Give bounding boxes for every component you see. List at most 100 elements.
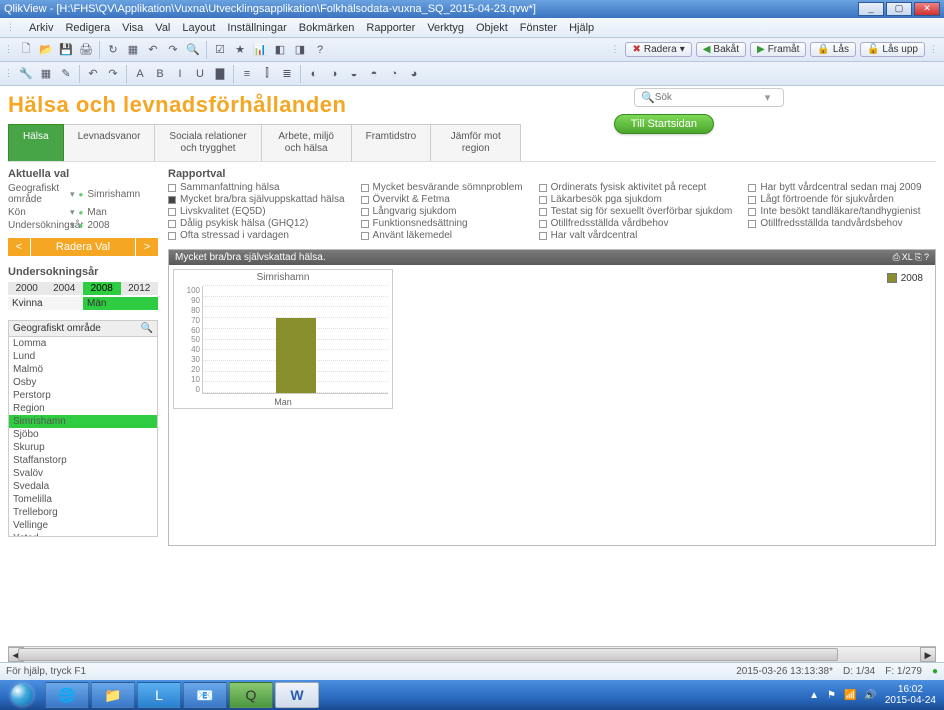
framat-button[interactable]: ▶Framåt bbox=[750, 42, 806, 57]
search-input[interactable] bbox=[655, 92, 765, 103]
filter-icon[interactable]: ▾ bbox=[70, 189, 75, 200]
rapportval-option[interactable]: Använt läkemedel bbox=[361, 230, 523, 241]
geo-item[interactable]: Osby bbox=[9, 376, 157, 389]
rapportval-option[interactable]: Livskvalitet (EQ5D) bbox=[168, 206, 345, 217]
table-icon[interactable]: ▦ bbox=[124, 41, 142, 59]
chart-plot-area[interactable]: Simrishamn 1009080706050403020100 Man bbox=[173, 269, 393, 409]
menu-hjalp[interactable]: Hjälp bbox=[569, 22, 594, 34]
redo2-icon[interactable]: ↷ bbox=[104, 65, 122, 83]
bar[interactable] bbox=[276, 318, 316, 393]
edit-icon[interactable]: ✎ bbox=[57, 65, 75, 83]
taskbar-outlook[interactable]: 📧 bbox=[183, 682, 227, 708]
chart-excel-icon[interactable]: XL bbox=[902, 252, 913, 263]
obj5-icon[interactable]: ◔ bbox=[385, 65, 403, 83]
italic-icon[interactable]: I bbox=[171, 65, 189, 83]
filter-icon[interactable]: ▾ bbox=[70, 220, 75, 231]
chart-print-icon[interactable]: ⎙ bbox=[893, 252, 900, 263]
rapportval-option[interactable]: Har bytt vårdcentral sedan maj 2009 bbox=[748, 182, 921, 193]
rapportval-option[interactable]: Ofta stressad i vardagen bbox=[168, 230, 345, 241]
menu-objekt[interactable]: Objekt bbox=[476, 22, 508, 34]
dropdown-icon[interactable]: ▾ bbox=[765, 91, 771, 104]
misc-icon[interactable]: ◨ bbox=[291, 41, 309, 59]
search-icon[interactable]: 🔍 bbox=[141, 323, 153, 334]
obj6-icon[interactable]: ◕ bbox=[405, 65, 423, 83]
radera-val-button[interactable]: Radera Val bbox=[30, 238, 136, 256]
rapportval-option[interactable]: Inte besökt tandläkare/tandhygienist bbox=[748, 206, 921, 217]
chart-icon[interactable]: 📊 bbox=[251, 41, 269, 59]
undo2-icon[interactable]: ↶ bbox=[84, 65, 102, 83]
rapportval-option[interactable]: Otillfredsställda tandvårdsbehov bbox=[748, 218, 921, 229]
save-icon[interactable]: 💾 bbox=[57, 41, 75, 59]
rapportval-option[interactable]: Funktionsnedsättning bbox=[361, 218, 523, 229]
align-left-icon[interactable]: ≡ bbox=[238, 65, 256, 83]
geo-item[interactable]: Perstorp bbox=[9, 389, 157, 402]
geo-item[interactable]: Simrishamn bbox=[9, 415, 157, 428]
design-icon[interactable]: 🔧 bbox=[17, 65, 35, 83]
chart-help-icon[interactable]: ? bbox=[924, 252, 929, 263]
taskbar-qlikview[interactable]: Q bbox=[229, 682, 273, 708]
bold-icon[interactable]: B bbox=[151, 65, 169, 83]
geo-item[interactable]: Malmö bbox=[9, 363, 157, 376]
rapportval-option[interactable]: Långvarig sjukdom bbox=[361, 206, 523, 217]
prev-button[interactable]: < bbox=[8, 238, 30, 256]
year-2008[interactable]: 2008 bbox=[83, 282, 121, 295]
align-center-icon[interactable]: ⫿ bbox=[258, 65, 276, 83]
taskbar-explorer[interactable]: 📁 bbox=[91, 682, 135, 708]
menu-verktyg[interactable]: Verktyg bbox=[427, 22, 464, 34]
tray-flag-icon[interactable]: ⚑ bbox=[827, 690, 836, 701]
print-icon[interactable]: 🖨 bbox=[77, 41, 95, 59]
color-icon[interactable]: ▇ bbox=[211, 65, 229, 83]
rapportval-option[interactable]: Testat sig för sexuellt överförbar sjukd… bbox=[539, 206, 733, 217]
selection-icon[interactable]: ☑ bbox=[211, 41, 229, 59]
close-button[interactable]: ✕ bbox=[914, 2, 940, 16]
menu-val[interactable]: Val bbox=[155, 22, 170, 34]
geo-item[interactable]: Skurup bbox=[9, 441, 157, 454]
horizontal-scrollbar[interactable]: ◀ ▶ bbox=[8, 646, 936, 662]
tab-sociala[interactable]: Sociala relationer och trygghet bbox=[155, 124, 261, 161]
rapportval-option[interactable]: Har valt vårdcentral bbox=[539, 230, 733, 241]
tab-levnadsvanor[interactable]: Levnadsvanor bbox=[64, 124, 156, 161]
las-upp-button[interactable]: 🔓Lås upp bbox=[860, 42, 925, 57]
taskbar-lync[interactable]: L bbox=[137, 682, 181, 708]
bookmark-icon[interactable]: ★ bbox=[231, 41, 249, 59]
align-right-icon[interactable]: ≣ bbox=[278, 65, 296, 83]
next-button[interactable]: > bbox=[136, 238, 158, 256]
menu-arkiv[interactable]: Arkiv bbox=[29, 22, 53, 34]
taskbar-word[interactable]: W bbox=[275, 682, 319, 708]
maximize-button[interactable]: ▢ bbox=[886, 2, 912, 16]
taskbar-ie[interactable]: 🌐 bbox=[45, 682, 89, 708]
tray-volume-icon[interactable]: 🔊 bbox=[864, 690, 876, 701]
open-icon[interactable]: 📂 bbox=[37, 41, 55, 59]
year-2012[interactable]: 2012 bbox=[121, 282, 159, 295]
start-button[interactable] bbox=[0, 680, 44, 710]
undo-icon[interactable]: ↶ bbox=[144, 41, 162, 59]
year-2004[interactable]: 2004 bbox=[46, 282, 84, 295]
geo-item[interactable]: Ystad bbox=[9, 532, 157, 537]
tray-icon[interactable]: ▲ bbox=[809, 690, 819, 701]
menu-visa[interactable]: Visa bbox=[122, 22, 143, 34]
obj4-icon[interactable]: ◓ bbox=[365, 65, 383, 83]
tab-jamfor[interactable]: Jämför mot region bbox=[431, 124, 521, 161]
geo-item[interactable]: Tomelilla bbox=[9, 493, 157, 506]
gender-kvinna[interactable]: Kvinna bbox=[8, 297, 83, 310]
scroll-thumb[interactable] bbox=[18, 648, 838, 661]
filter-icon[interactable]: ▾ bbox=[70, 207, 75, 218]
radera-button[interactable]: ✖Radera ▾ bbox=[625, 42, 691, 57]
tray-clock[interactable]: 16:02 2015-04-24 bbox=[885, 684, 936, 706]
till-startsidan-button[interactable]: Till Startsidan bbox=[614, 114, 714, 134]
obj3-icon[interactable]: ◒ bbox=[345, 65, 363, 83]
geo-item[interactable]: Svedala bbox=[9, 480, 157, 493]
grid-icon[interactable]: ▦ bbox=[37, 65, 55, 83]
search-box[interactable]: 🔍 ▾ bbox=[634, 88, 784, 107]
geo-item[interactable]: Sjöbo bbox=[9, 428, 157, 441]
rapportval-option[interactable]: Sammanfattning hälsa bbox=[168, 182, 345, 193]
geo-item[interactable]: Region bbox=[9, 402, 157, 415]
tray-network-icon[interactable]: 📶 bbox=[844, 690, 856, 701]
las-button[interactable]: 🔒Lås bbox=[810, 42, 856, 57]
rapportval-option[interactable]: Mycket bra/bra självuppskattad hälsa bbox=[168, 194, 345, 205]
rapportval-option[interactable]: Mycket besvärande sömnproblem bbox=[361, 182, 523, 193]
gender-man[interactable]: Män bbox=[83, 297, 158, 310]
bakat-button[interactable]: ◀Bakåt bbox=[696, 42, 746, 57]
geografiskt-header[interactable]: Geografiskt område 🔍 bbox=[8, 320, 158, 337]
tab-halsa[interactable]: Hälsa bbox=[8, 124, 64, 161]
